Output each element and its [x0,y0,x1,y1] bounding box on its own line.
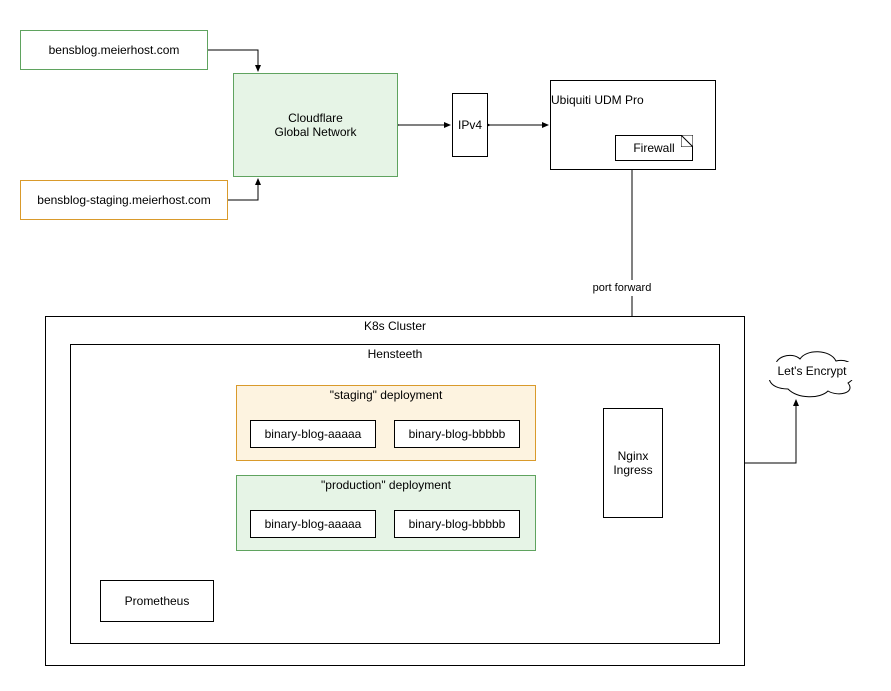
cloudflare-label: Cloudflare Global Network [274,111,356,139]
port-forward-label: port forward [582,280,662,296]
k8s-cluster-title: K8s Cluster [364,319,426,333]
production-pod-b-label: binary-blog-bbbbb [409,517,506,531]
production-pod-a-label: binary-blog-aaaaa [265,517,362,531]
staging-pod-b: binary-blog-bbbbb [394,420,520,448]
nginx-ingress-box: Nginx Ingress [603,408,663,518]
prod-domain-box: bensblog.meierhost.com [20,30,208,70]
prometheus-box: Prometheus [100,580,214,622]
nginx-ingress-label: Nginx Ingress [613,449,652,477]
dogear-icon [681,135,693,147]
production-pod-a: binary-blog-aaaaa [250,510,376,538]
firewall-label: Firewall [633,141,674,155]
ipv4-label: IPv4 [458,118,482,132]
staging-domain-label: bensblog-staging.meierhost.com [37,193,210,207]
firewall-note: Firewall [615,135,693,161]
production-pod-b: binary-blog-bbbbb [394,510,520,538]
staging-deployment-title: "staging" deployment [330,388,443,402]
staging-domain-box: bensblog-staging.meierhost.com [20,180,228,220]
prod-domain-label: bensblog.meierhost.com [49,43,180,57]
hensteeth-title: Hensteeth [368,347,423,361]
lets-encrypt-label: Let's Encrypt [766,362,858,380]
staging-pod-a: binary-blog-aaaaa [250,420,376,448]
staging-pod-b-label: binary-blog-bbbbb [409,427,506,441]
production-deployment-title: "production" deployment [321,478,451,492]
cloudflare-box: Cloudflare Global Network [233,73,398,177]
ipv4-box: IPv4 [452,93,488,157]
staging-pod-a-label: binary-blog-aaaaa [265,427,362,441]
udm-label: Ubiquiti UDM Pro [551,93,644,107]
prometheus-label: Prometheus [125,594,190,608]
